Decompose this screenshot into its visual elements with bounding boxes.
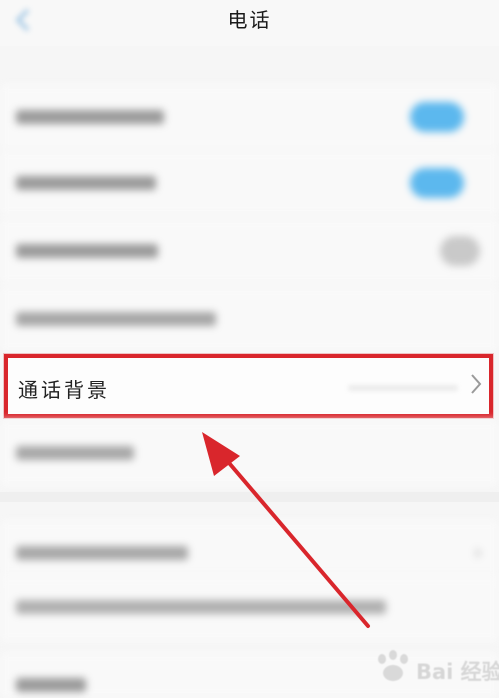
phone-settings-page: 电话 通话背景 › Bai 经验	[0, 0, 499, 698]
setting-row-1[interactable]	[0, 84, 499, 150]
setting-row-6-text-placeholder	[16, 446, 134, 460]
setting-row-4[interactable]	[0, 286, 499, 352]
setting-row-8-text-placeholder	[16, 600, 386, 614]
setting-row-2-text-placeholder	[16, 176, 156, 190]
setting-row-8[interactable]	[0, 576, 499, 642]
chevron-right-icon: ›	[474, 540, 482, 564]
call-background-row[interactable]: 通话背景	[4, 354, 493, 418]
watermark-text: Bai 经验	[416, 660, 499, 684]
setting-row-6[interactable]	[0, 420, 499, 486]
setting-row-3[interactable]	[0, 218, 499, 284]
section-divider	[0, 492, 499, 502]
setting-row-7-text-placeholder	[16, 546, 188, 560]
call-background-value-placeholder	[348, 385, 458, 391]
setting-row-1-text-placeholder	[16, 110, 164, 124]
toggle-switch-3[interactable]	[440, 236, 480, 266]
header-bar: 电话	[0, 0, 499, 46]
toggle-switch-2[interactable]	[410, 168, 464, 198]
setting-row-3-text-placeholder	[16, 244, 158, 258]
toggle-switch-1[interactable]	[410, 102, 464, 132]
baidu-paw-icon	[378, 650, 408, 681]
chevron-right-icon	[471, 374, 482, 394]
baidu-jingyan-watermark: Bai 经验	[372, 644, 499, 692]
setting-row-4-text-placeholder	[16, 312, 216, 326]
setting-row-9-text-placeholder	[16, 678, 86, 692]
call-background-label: 通话背景	[18, 378, 110, 402]
setting-row-2[interactable]	[0, 150, 499, 216]
page-title: 电话	[227, 8, 272, 32]
